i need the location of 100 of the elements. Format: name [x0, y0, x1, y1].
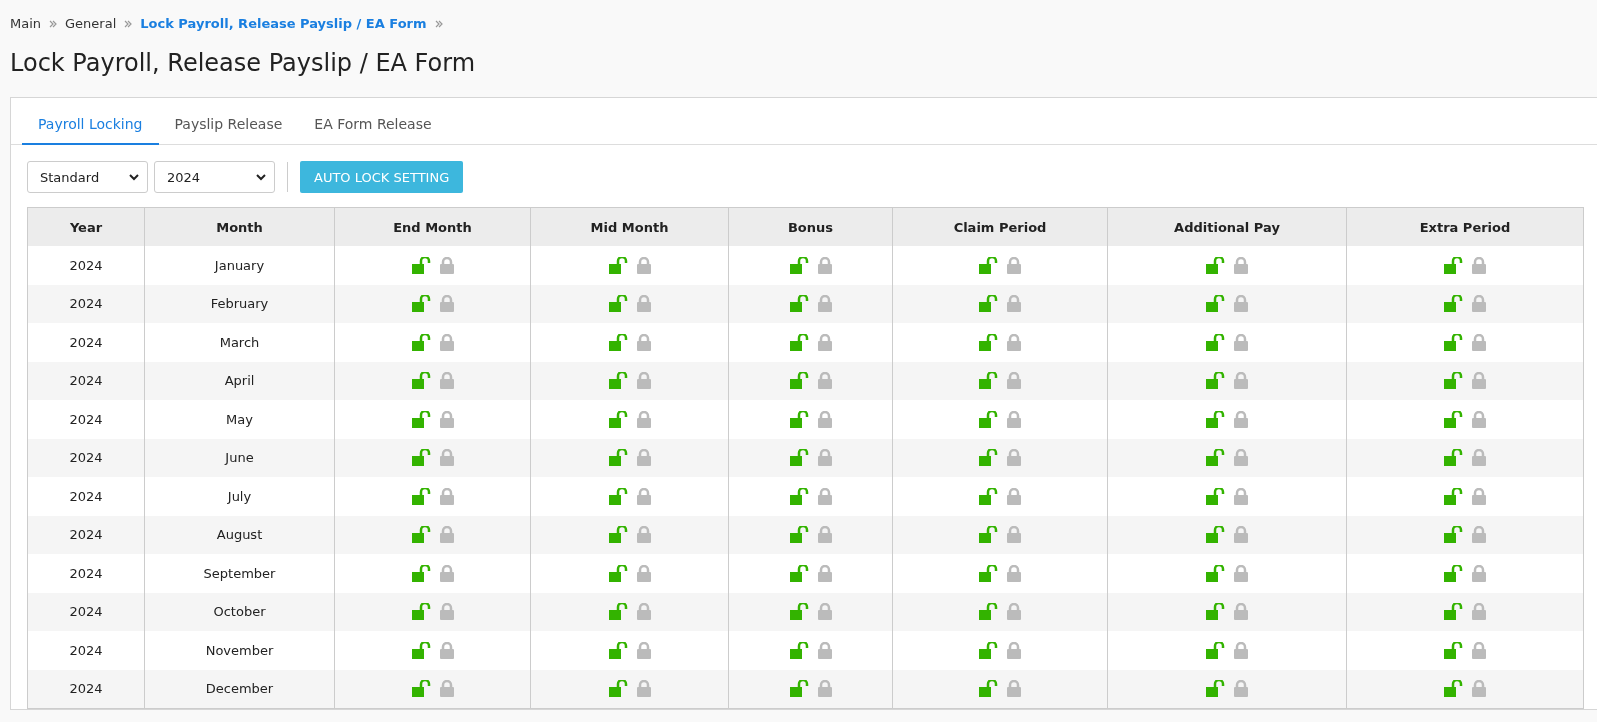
unlocked-padlock-icon[interactable] — [411, 372, 432, 390]
locked-padlock-icon[interactable] — [1007, 526, 1021, 544]
locked-padlock-icon[interactable] — [1007, 333, 1021, 351]
unlocked-padlock-icon[interactable] — [789, 680, 810, 698]
unlocked-padlock-icon[interactable] — [608, 449, 629, 467]
locked-padlock-icon[interactable] — [439, 256, 454, 274]
locked-padlock-icon[interactable] — [1234, 564, 1248, 582]
locked-padlock-icon[interactable] — [439, 526, 454, 544]
unlocked-padlock-icon[interactable] — [1206, 564, 1226, 582]
locked-padlock-icon[interactable] — [1472, 449, 1486, 467]
locked-padlock-icon[interactable] — [636, 256, 651, 274]
locked-padlock-icon[interactable] — [439, 487, 454, 505]
locked-padlock-icon[interactable] — [817, 295, 832, 313]
locked-padlock-icon[interactable] — [1234, 526, 1248, 544]
locked-padlock-icon[interactable] — [636, 449, 651, 467]
unlocked-padlock-icon[interactable] — [979, 564, 999, 582]
locked-padlock-icon[interactable] — [1472, 487, 1486, 505]
locked-padlock-icon[interactable] — [1007, 564, 1021, 582]
unlocked-padlock-icon[interactable] — [1206, 256, 1226, 274]
unlocked-padlock-icon[interactable] — [789, 372, 810, 390]
unlocked-padlock-icon[interactable] — [608, 603, 629, 621]
unlocked-padlock-icon[interactable] — [979, 641, 999, 659]
unlocked-padlock-icon[interactable] — [979, 526, 999, 544]
locked-padlock-icon[interactable] — [1234, 641, 1248, 659]
locked-padlock-icon[interactable] — [636, 295, 651, 313]
locked-padlock-icon[interactable] — [439, 603, 454, 621]
unlocked-padlock-icon[interactable] — [1444, 333, 1464, 351]
locked-padlock-icon[interactable] — [1472, 526, 1486, 544]
locked-padlock-icon[interactable] — [636, 526, 651, 544]
unlocked-padlock-icon[interactable] — [979, 680, 999, 698]
unlocked-padlock-icon[interactable] — [789, 564, 810, 582]
dropdown-select[interactable]: 2024 — [154, 161, 275, 193]
locked-padlock-icon[interactable] — [636, 680, 651, 698]
locked-padlock-icon[interactable] — [1007, 603, 1021, 621]
locked-padlock-icon[interactable] — [636, 641, 651, 659]
breadcrumb-link[interactable]: Lock Payroll, Release Payslip / EA Form — [140, 16, 427, 31]
unlocked-padlock-icon[interactable] — [1206, 641, 1226, 659]
unlocked-padlock-icon[interactable] — [979, 295, 999, 313]
unlocked-padlock-icon[interactable] — [608, 487, 629, 505]
unlocked-padlock-icon[interactable] — [1206, 410, 1226, 428]
locked-padlock-icon[interactable] — [1007, 372, 1021, 390]
unlocked-padlock-icon[interactable] — [789, 295, 810, 313]
locked-padlock-icon[interactable] — [439, 410, 454, 428]
unlocked-padlock-icon[interactable] — [789, 410, 810, 428]
locked-padlock-icon[interactable] — [1472, 256, 1486, 274]
locked-padlock-icon[interactable] — [1007, 487, 1021, 505]
locked-padlock-icon[interactable] — [636, 487, 651, 505]
unlocked-padlock-icon[interactable] — [979, 333, 999, 351]
unlocked-padlock-icon[interactable] — [1444, 372, 1464, 390]
locked-padlock-icon[interactable] — [439, 564, 454, 582]
breadcrumb-link[interactable]: Main — [10, 16, 42, 31]
locked-padlock-icon[interactable] — [439, 680, 454, 698]
unlocked-padlock-icon[interactable] — [789, 641, 810, 659]
tab[interactable]: EA Form Release — [298, 104, 448, 145]
unlocked-padlock-icon[interactable] — [1444, 603, 1464, 621]
unlocked-padlock-icon[interactable] — [1444, 526, 1464, 544]
locked-padlock-icon[interactable] — [1472, 641, 1486, 659]
locked-padlock-icon[interactable] — [1007, 449, 1021, 467]
unlocked-padlock-icon[interactable] — [411, 680, 432, 698]
unlocked-padlock-icon[interactable] — [411, 526, 432, 544]
locked-padlock-icon[interactable] — [1234, 372, 1248, 390]
locked-padlock-icon[interactable] — [636, 372, 651, 390]
locked-padlock-icon[interactable] — [1234, 333, 1248, 351]
unlocked-padlock-icon[interactable] — [608, 333, 629, 351]
unlocked-padlock-icon[interactable] — [608, 526, 629, 544]
locked-padlock-icon[interactable] — [817, 641, 832, 659]
unlocked-padlock-icon[interactable] — [411, 487, 432, 505]
unlocked-padlock-icon[interactable] — [1444, 256, 1464, 274]
unlocked-padlock-icon[interactable] — [411, 564, 432, 582]
unlocked-padlock-icon[interactable] — [789, 526, 810, 544]
locked-padlock-icon[interactable] — [439, 641, 454, 659]
unlocked-padlock-icon[interactable] — [411, 641, 432, 659]
locked-padlock-icon[interactable] — [636, 603, 651, 621]
unlocked-padlock-icon[interactable] — [979, 603, 999, 621]
locked-padlock-icon[interactable] — [1234, 410, 1248, 428]
unlocked-padlock-icon[interactable] — [1444, 487, 1464, 505]
breadcrumb-link[interactable]: General — [65, 16, 117, 31]
unlocked-padlock-icon[interactable] — [608, 372, 629, 390]
locked-padlock-icon[interactable] — [817, 680, 832, 698]
locked-padlock-icon[interactable] — [1472, 564, 1486, 582]
unlocked-padlock-icon[interactable] — [979, 256, 999, 274]
unlocked-padlock-icon[interactable] — [789, 256, 810, 274]
locked-padlock-icon[interactable] — [817, 449, 832, 467]
locked-padlock-icon[interactable] — [1007, 641, 1021, 659]
unlocked-padlock-icon[interactable] — [1206, 295, 1226, 313]
unlocked-padlock-icon[interactable] — [1444, 564, 1464, 582]
unlocked-padlock-icon[interactable] — [1444, 641, 1464, 659]
locked-padlock-icon[interactable] — [636, 410, 651, 428]
locked-padlock-icon[interactable] — [817, 603, 832, 621]
locked-padlock-icon[interactable] — [817, 333, 832, 351]
unlocked-padlock-icon[interactable] — [1206, 333, 1226, 351]
unlocked-padlock-icon[interactable] — [1444, 295, 1464, 313]
locked-padlock-icon[interactable] — [1234, 295, 1248, 313]
unlocked-padlock-icon[interactable] — [979, 372, 999, 390]
locked-padlock-icon[interactable] — [817, 564, 832, 582]
unlocked-padlock-icon[interactable] — [411, 256, 432, 274]
unlocked-padlock-icon[interactable] — [608, 256, 629, 274]
unlocked-padlock-icon[interactable] — [1206, 449, 1226, 467]
locked-padlock-icon[interactable] — [1234, 680, 1248, 698]
unlocked-padlock-icon[interactable] — [1444, 449, 1464, 467]
